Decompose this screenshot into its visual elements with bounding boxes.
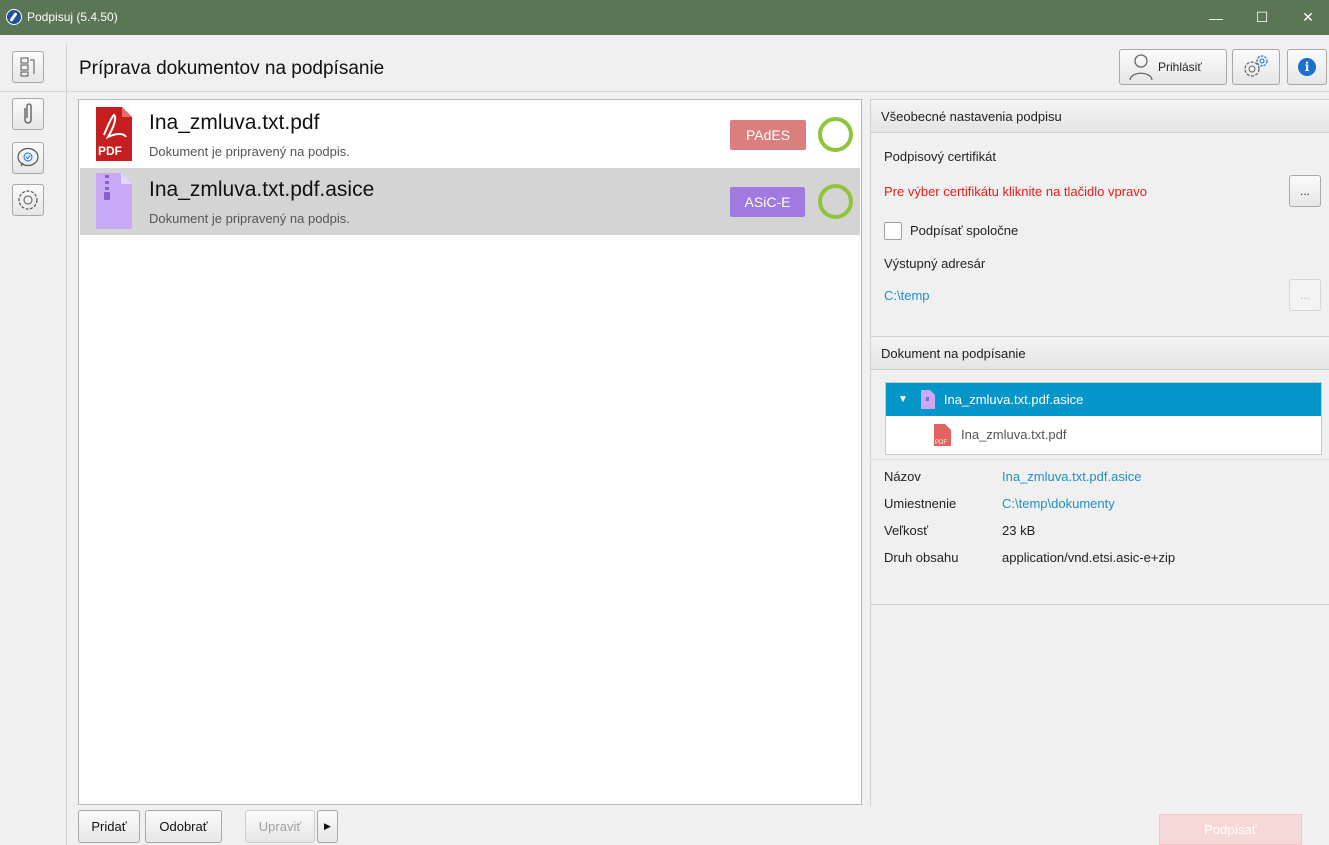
select-certificate-button[interactable]: ...	[1289, 175, 1321, 207]
sign-together-checkbox[interactable]	[884, 222, 902, 240]
svg-text:PDF: PDF	[935, 440, 947, 446]
login-button[interactable]: Prihlásiť	[1119, 49, 1227, 85]
signature-settings-header: Všeobecné nastavenia podpisu	[871, 99, 1329, 133]
attach-documents-button[interactable]	[12, 98, 44, 130]
divider	[871, 459, 1329, 460]
verify-signatures-button[interactable]	[12, 142, 44, 174]
certificate-label: Podpisový certifikát	[884, 149, 996, 164]
asice-archive-icon	[920, 390, 935, 409]
window-title: Podpisuj (5.4.50)	[27, 10, 118, 24]
meta-name-key: Názov	[884, 469, 921, 484]
meta-location-value[interactable]: C:\temp\dokumenty	[1002, 496, 1115, 511]
add-document-button[interactable]: Pridať	[78, 810, 140, 843]
status-ring-icon	[818, 117, 853, 152]
sidebar-divider	[66, 44, 67, 845]
close-button[interactable]: ✕	[1285, 0, 1329, 35]
meta-content-type-value: application/vnd.etsi.asic-e+zip	[1002, 550, 1176, 565]
window-titlebar: Podpisuj (5.4.50) — ☐ ✕	[0, 0, 1329, 35]
speech-check-icon	[17, 147, 39, 167]
output-directory-label: Výstupný adresár	[884, 256, 986, 271]
tree-item-pdf[interactable]: PDF Ina_zmluva.txt.pdf	[886, 418, 1321, 451]
user-icon	[1129, 54, 1153, 81]
gear-icon	[1244, 55, 1268, 77]
signature-format-badge: PAdES	[730, 120, 806, 150]
minimize-button[interactable]: —	[1193, 0, 1239, 35]
signature-format-badge: ASiC-E	[730, 187, 805, 217]
tree-item-label: Ina_zmluva.txt.pdf	[961, 427, 1067, 442]
info-icon: i	[1298, 58, 1316, 76]
paperclip-icon	[24, 103, 32, 124]
meta-location-key: Umiestnenie	[884, 496, 957, 511]
login-label: Prihlásiť	[1158, 60, 1202, 74]
svg-text:PDF: PDF	[98, 144, 122, 158]
asice-archive-icon	[96, 173, 132, 229]
document-status: Dokument je pripravený na podpis.	[149, 211, 350, 226]
app-logo-icon	[6, 9, 22, 25]
about-button[interactable]: i	[1287, 49, 1327, 85]
output-directory-path[interactable]: C:\temp	[884, 288, 930, 303]
document-name: Ina_zmluva.txt.pdf.asice	[149, 178, 375, 201]
list-item[interactable]: PDF Ina_zmluva.txt.pdf Dokument je pripr…	[80, 101, 860, 168]
top-toolbar: Príprava dokumentov na podpísanie Prihlá…	[0, 44, 1329, 90]
sign-button[interactable]: Podpísať	[1159, 814, 1302, 845]
settings-button[interactable]	[1232, 49, 1280, 85]
meta-name-value[interactable]: Ina_zmluva.txt.pdf.asice	[1002, 469, 1141, 484]
cog-hand-icon	[18, 190, 38, 210]
meta-content-type-key: Druh obsahu	[884, 550, 959, 565]
sign-together-label: Podpísať spoločne	[910, 223, 1019, 238]
document-name: Ina_zmluva.txt.pdf	[149, 111, 320, 134]
edit-document-button[interactable]: Upraviť	[245, 810, 315, 843]
list-item[interactable]: Ina_zmluva.txt.pdf.asice Dokument je pri…	[80, 168, 860, 235]
document-section-header: Dokument na podpísanie	[871, 336, 1329, 370]
expand-arrow-icon[interactable]: ▼	[898, 394, 908, 405]
page-title: Príprava dokumentov na podpísanie	[79, 58, 385, 79]
document-list[interactable]: PDF Ina_zmluva.txt.pdf Dokument je pripr…	[78, 99, 862, 805]
tools-settings-button[interactable]	[12, 184, 44, 216]
toolbar-divider	[0, 91, 1329, 92]
meta-size-value: 23 kB	[1002, 523, 1036, 538]
divider	[871, 604, 1329, 605]
remove-document-button[interactable]: Odobrať	[145, 810, 222, 843]
select-output-button[interactable]: ...	[1289, 279, 1321, 311]
status-ring-icon	[818, 184, 853, 219]
panel-toggle-icon	[20, 57, 35, 77]
toggle-panel-button[interactable]	[12, 51, 44, 83]
certificate-hint: Pre výber certifikátu kliknite na tlačid…	[884, 184, 1148, 199]
document-tree[interactable]: ▼ Ina_zmluva.txt.pdf.asice PDF Ina_zmluv…	[885, 382, 1322, 455]
settings-panel: Všeobecné nastavenia podpisu Podpisový c…	[870, 99, 1329, 806]
meta-size-key: Veľkosť	[884, 523, 929, 538]
tree-item-label: Ina_zmluva.txt.pdf.asice	[943, 392, 1084, 407]
pdf-file-icon: PDF	[934, 423, 951, 446]
pdf-file-icon: PDF	[96, 107, 132, 161]
document-status: Dokument je pripravený na podpis.	[149, 144, 350, 159]
more-actions-button[interactable]: ▶	[317, 810, 338, 843]
maximize-button[interactable]: ☐	[1239, 0, 1285, 35]
tree-item-asice[interactable]: ▼ Ina_zmluva.txt.pdf.asice	[886, 383, 1321, 416]
